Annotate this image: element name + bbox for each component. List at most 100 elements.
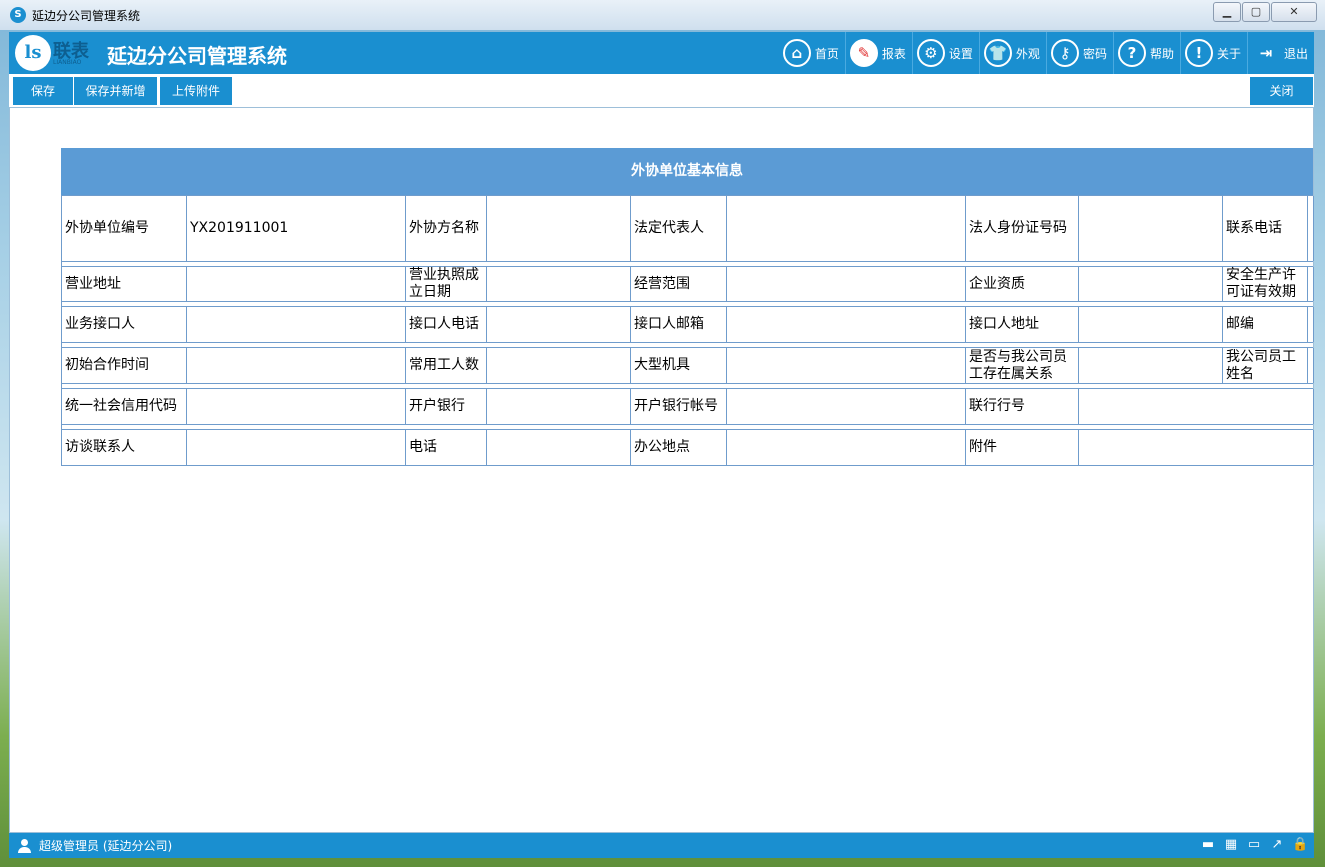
- app-header: ls 联表 LIANBIAO 延边分公司管理系统 ⌂ 首页 ✎ 报表 ⚙ 设置 …: [9, 32, 1314, 74]
- minimize-button[interactable]: ▁: [1213, 2, 1241, 22]
- field-label: 是否与我公司员工存在属关系: [966, 348, 1079, 383]
- field-label: 访谈联系人: [62, 430, 187, 465]
- top-nav: ⌂ 首页 ✎ 报表 ⚙ 设置 👕 外观 ⚷ 密码 ? 帮助 ! 关于 ⇥ 退出: [779, 32, 1314, 74]
- nav-help[interactable]: ? 帮助: [1112, 32, 1180, 74]
- user-label: 超级管理员 (延边分公司): [39, 839, 173, 853]
- about-icon: !: [1184, 39, 1213, 67]
- nav-label: 首页: [814, 46, 839, 61]
- field-label: 联系电话: [1223, 196, 1308, 261]
- lock-icon[interactable]: 🔒: [1292, 837, 1308, 853]
- field-value[interactable]: [187, 389, 406, 424]
- report-icon: ✎: [849, 39, 878, 67]
- nav-exit[interactable]: ⇥ 退出: [1246, 32, 1314, 74]
- field-label: 电话: [406, 430, 487, 465]
- message-icon[interactable]: ▬: [1200, 837, 1216, 853]
- form-row: 外协单位编号 YX201911001 外协方名称 法定代表人 法人身份证号码 联…: [61, 195, 1314, 262]
- field-value[interactable]: [187, 348, 406, 383]
- form-row: 初始合作时间 常用工人数 大型机具 是否与我公司员工存在属关系 我公司员工姓名: [61, 348, 1314, 384]
- nav-label: 报表: [881, 46, 906, 61]
- field-label: 联行行号: [966, 389, 1079, 424]
- field-label: 法定代表人: [631, 196, 727, 261]
- field-value[interactable]: [187, 267, 406, 301]
- form-row: 业务接口人 接口人电话 接口人邮箱 接口人地址 邮编: [61, 307, 1314, 343]
- field-value[interactable]: [1308, 196, 1314, 261]
- system-title: 延边分公司管理系统: [107, 44, 287, 68]
- field-label: 外协单位编号: [62, 196, 187, 261]
- field-value[interactable]: [187, 430, 406, 465]
- form-row: 访谈联系人 电话 办公地点 附件: [61, 430, 1314, 466]
- field-value[interactable]: [727, 430, 966, 465]
- nav-label: 设置: [948, 46, 973, 61]
- form-row: 统一社会信用代码 开户银行 开户银行帐号 联行行号: [61, 389, 1314, 425]
- field-label: 开户银行: [406, 389, 487, 424]
- nav-home[interactable]: ⌂ 首页: [779, 32, 845, 74]
- help-icon: ?: [1117, 39, 1146, 67]
- field-value[interactable]: [487, 267, 631, 301]
- field-label: 开户银行帐号: [631, 389, 727, 424]
- field-value[interactable]: [487, 430, 631, 465]
- field-label: 接口人邮箱: [631, 307, 727, 342]
- field-value[interactable]: [1079, 348, 1223, 383]
- save-button[interactable]: 保存: [13, 77, 73, 105]
- field-value[interactable]: [1308, 267, 1314, 301]
- monitor-icon[interactable]: ▭: [1246, 837, 1262, 853]
- field-value[interactable]: [1079, 389, 1314, 424]
- field-label: 接口人地址: [966, 307, 1079, 342]
- grid-icon[interactable]: ▦: [1223, 837, 1239, 853]
- field-label: 营业执照成立日期: [406, 267, 487, 301]
- logo-subtext: LIANBIAO: [53, 59, 82, 66]
- form-area: 外协单位基本信息 外协单位编号 YX201911001 外协方名称 法定代表人 …: [9, 107, 1314, 833]
- app-icon: S: [10, 7, 26, 23]
- nav-appearance[interactable]: 👕 外观: [978, 32, 1046, 74]
- field-value[interactable]: [727, 348, 966, 383]
- field-value[interactable]: [727, 307, 966, 342]
- field-value[interactable]: [1079, 267, 1223, 301]
- close-button[interactable]: 关闭: [1250, 77, 1313, 105]
- nav-about[interactable]: ! 关于: [1179, 32, 1247, 74]
- nav-password[interactable]: ⚷ 密码: [1045, 32, 1113, 74]
- field-value[interactable]: [187, 307, 406, 342]
- field-value[interactable]: [1079, 196, 1223, 261]
- field-label: 外协方名称: [406, 196, 487, 261]
- logo-icon: ls: [15, 35, 51, 71]
- home-icon: ⌂: [782, 39, 811, 67]
- nav-report[interactable]: ✎ 报表: [844, 32, 912, 74]
- field-label: 业务接口人: [62, 307, 187, 342]
- field-value[interactable]: [727, 196, 966, 261]
- form-grid: 外协单位编号 YX201911001 外协方名称 法定代表人 法人身份证号码 联…: [61, 195, 1314, 466]
- field-label: 经营范围: [631, 267, 727, 301]
- exit-icon: ⇥: [1259, 44, 1273, 62]
- field-value[interactable]: YX201911001: [187, 196, 406, 261]
- field-value[interactable]: [727, 389, 966, 424]
- save-and-new-button[interactable]: 保存并新增: [74, 77, 157, 105]
- field-value[interactable]: [1308, 307, 1314, 342]
- field-label: 邮编: [1223, 307, 1308, 342]
- external-link-icon[interactable]: ↗: [1269, 837, 1285, 853]
- field-value[interactable]: [487, 307, 631, 342]
- form-row: 营业地址 营业执照成立日期 经营范围 企业资质 安全生产许可证有效期: [61, 267, 1314, 302]
- close-window-button[interactable]: ✕: [1271, 2, 1317, 22]
- field-label: 安全生产许可证有效期: [1223, 267, 1308, 301]
- nav-settings[interactable]: ⚙ 设置: [911, 32, 979, 74]
- field-value[interactable]: [1079, 430, 1314, 465]
- field-value[interactable]: [1308, 348, 1314, 383]
- field-value[interactable]: [487, 389, 631, 424]
- nav-label: 帮助: [1149, 46, 1174, 61]
- field-label: 企业资质: [966, 267, 1079, 301]
- field-value[interactable]: [1079, 307, 1223, 342]
- maximize-button[interactable]: ▢: [1242, 2, 1270, 22]
- field-label: 统一社会信用代码: [62, 389, 187, 424]
- toolbar: 保存 保存并新增 上传附件 关闭: [9, 74, 1314, 108]
- field-label: 接口人电话: [406, 307, 487, 342]
- status-icons: ▬ ▦ ▭ ↗ 🔒: [1193, 837, 1308, 853]
- field-value[interactable]: [487, 196, 631, 261]
- field-label: 我公司员工姓名: [1223, 348, 1308, 383]
- nav-label: 退出: [1283, 46, 1308, 61]
- upload-attachment-button[interactable]: 上传附件: [160, 77, 232, 105]
- field-label: 大型机具: [631, 348, 727, 383]
- shirt-icon: 👕: [983, 39, 1012, 67]
- field-value[interactable]: [727, 267, 966, 301]
- window-titlebar: S 延边分公司管理系统 ▁ ▢ ✕: [0, 0, 1325, 30]
- window-title: 延边分公司管理系统: [32, 9, 141, 23]
- field-value[interactable]: [487, 348, 631, 383]
